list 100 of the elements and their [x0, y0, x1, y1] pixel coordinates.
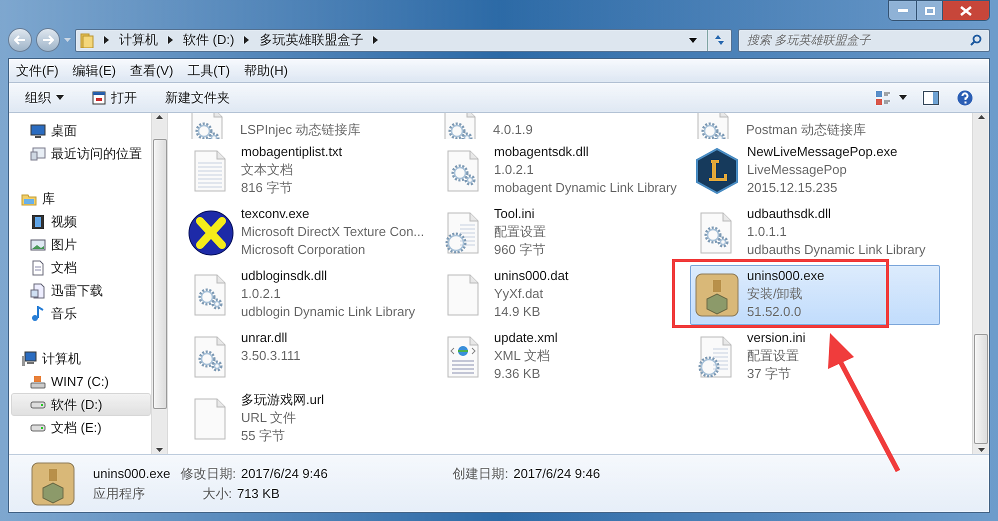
file-tile[interactable]: NewLiveMessagePop.exe LiveMessagePop 2015.12.15.235 [690, 141, 940, 201]
toolbar-button[interactable]: 新建文件夹 [159, 86, 236, 110]
file-tile[interactable]: unrar.dll 3.50.3.111 [184, 327, 434, 387]
nav-item[interactable]: 迅雷下载 [11, 279, 151, 302]
scrollbar[interactable] [151, 113, 168, 454]
chevron-right-icon [104, 36, 109, 44]
file-tile[interactable]: update.xml XML 文档 9.36 KB [437, 327, 687, 387]
dropdown-caret-icon [56, 95, 64, 100]
desktop-icon [30, 122, 46, 138]
file-name: mobagentsdk.dll [494, 143, 590, 161]
file-detail: 37 字节 [747, 365, 792, 383]
scroll-down-icon[interactable] [156, 448, 163, 452]
breadcrumb-item[interactable]: 多玩英雄联盟盒子 [259, 30, 364, 50]
file-detail: 14.9 KB [494, 303, 542, 321]
menu-item[interactable]: 编辑(E) [72, 60, 117, 80]
scrollbar[interactable] [972, 113, 989, 454]
minimize-button[interactable] [889, 1, 917, 20]
file-detail: Microsoft DirectX Texture Con... [241, 223, 424, 241]
nav-item[interactable]: 音乐 [11, 302, 151, 325]
file-tile[interactable]: mobagentsdk.dll 1.0.2.1 mobagent Dynamic Link Library [437, 141, 687, 201]
details-label: 创建日期: [452, 464, 508, 482]
nav-item[interactable]: 最近访问的位置 [11, 142, 151, 165]
toolbar-button[interactable]: 组织 [19, 86, 70, 110]
address-bar[interactable]: 计算机 软件 (D:) 多玩英雄联盟盒子 [75, 28, 732, 52]
file-detail: LiveMessagePop [747, 161, 848, 179]
file-name: unins000.dat [494, 267, 568, 285]
nav-item[interactable]: 视频 [11, 210, 151, 233]
file-detail: 文本文档 [241, 161, 294, 179]
scroll-down-icon[interactable] [978, 448, 984, 452]
dropdown-caret-icon[interactable] [689, 38, 697, 42]
music-note-icon [30, 306, 46, 322]
folder-icon [80, 32, 94, 48]
file-name: texconv.exe [241, 205, 310, 223]
file-detail: 55 字节 [241, 427, 286, 445]
file-detail: YyXf.dat [494, 285, 544, 303]
nav-item[interactable]: 文档 (E:) [11, 416, 151, 439]
nav-group-label[interactable]: 计算机 [42, 348, 81, 368]
help-icon [957, 90, 973, 106]
picture-icon [30, 236, 46, 252]
nav-item[interactable]: 软件 (D:) [11, 393, 151, 416]
file-detail: XML 文档 [494, 347, 551, 365]
details-label: 大小: [202, 485, 232, 503]
chevron-right-icon [244, 36, 250, 44]
file-tile[interactable]: 多玩游戏网.url URL 文件 55 字节 [184, 389, 434, 449]
download-folder-icon [30, 282, 46, 298]
film-icon [30, 214, 46, 230]
package-box-icon [693, 271, 741, 319]
menu-item[interactable]: 文件(F) [15, 60, 60, 80]
scroll-up-icon[interactable] [156, 115, 163, 119]
file-detail: Microsoft Corporation [241, 241, 366, 259]
close-button[interactable] [943, 1, 989, 20]
breadcrumb-item[interactable]: 软件 (D:) [183, 30, 234, 50]
toolbar-button[interactable]: 打开 [86, 86, 143, 110]
list-view-icon [875, 90, 891, 106]
nav-item[interactable]: 文档 [11, 256, 151, 279]
file-detail: LSPInjec 动态链接库 [240, 121, 361, 139]
window-app-icon [92, 90, 106, 104]
details-label: 修改日期: [180, 464, 236, 482]
file-tile[interactable]: mobagentiplist.txt 文本文档 816 字节 [184, 141, 434, 201]
file-detail: 816 字节 [241, 179, 294, 197]
nav-group-label[interactable]: 库 [42, 188, 55, 208]
nav-item[interactable]: WIN7 (C:) [11, 370, 151, 393]
file-tile[interactable]: udbauthsdk.dll 1.0.1.1 udbauths Dynamic Link Library [690, 203, 940, 263]
chevron-right-icon [373, 36, 378, 44]
file-tile[interactable]: unins000.dat YyXf.dat 14.9 KB [437, 265, 687, 325]
file-tile[interactable]: Tool.ini 配置设置 960 字节 [437, 203, 687, 263]
nav-item[interactable]: 图片 [11, 233, 151, 256]
forward-arrow-icon [42, 35, 54, 45]
file-tile[interactable]: unins000.exe 安装/卸载 51.52.0.0 [690, 265, 940, 325]
file-name: update.xml [494, 329, 558, 347]
close-icon [960, 6, 972, 16]
details-value: 2017/6/24 9:46 [513, 464, 600, 482]
file-detail: 4.0.1.9 [493, 121, 533, 139]
file-detail: 3.50.3.111 [241, 347, 301, 365]
recent-places-icon [30, 146, 46, 162]
file-detail: 1.0.2.1 [494, 161, 535, 179]
file-name: udbloginsdk.dll [241, 267, 328, 285]
breadcrumb-item[interactable]: 计算机 [119, 30, 158, 50]
menu-item[interactable]: 工具(T) [186, 60, 231, 80]
file-name: 多玩游戏网.url [241, 391, 324, 409]
back-button[interactable] [8, 28, 32, 52]
details-value: 713 KB [236, 485, 280, 503]
file-tile[interactable]: udbloginsdk.dll 1.0.2.1 udblogin Dynamic Link Library [184, 265, 434, 325]
menu-item[interactable]: 查看(V) [128, 60, 174, 80]
nav-item[interactable]: 桌面 [11, 119, 151, 142]
file-detail: udblogin Dynamic Link Library [241, 303, 416, 321]
file-detail: URL 文件 [241, 409, 298, 427]
forward-button[interactable] [36, 28, 60, 52]
search-field[interactable]: 搜索 多玩英雄联盟盒子 [738, 28, 990, 52]
file-detail: 1.0.1.1 [747, 223, 788, 241]
scroll-up-icon[interactable] [978, 115, 984, 119]
refresh-icon [712, 34, 726, 46]
package-box-icon [29, 460, 77, 508]
preview-pane-icon [923, 90, 939, 104]
file-tile[interactable]: texconv.exe Microsoft DirectX Texture Con... Microsoft Corporation [184, 203, 434, 263]
file-tile[interactable]: version.ini 配置设置 37 字节 [690, 327, 940, 387]
menu-item[interactable]: 帮助(H) [242, 60, 289, 80]
file-name: unins000.exe [747, 267, 824, 285]
details-file-type: 应用程序 [93, 485, 146, 503]
maximize-button[interactable] [917, 1, 943, 20]
